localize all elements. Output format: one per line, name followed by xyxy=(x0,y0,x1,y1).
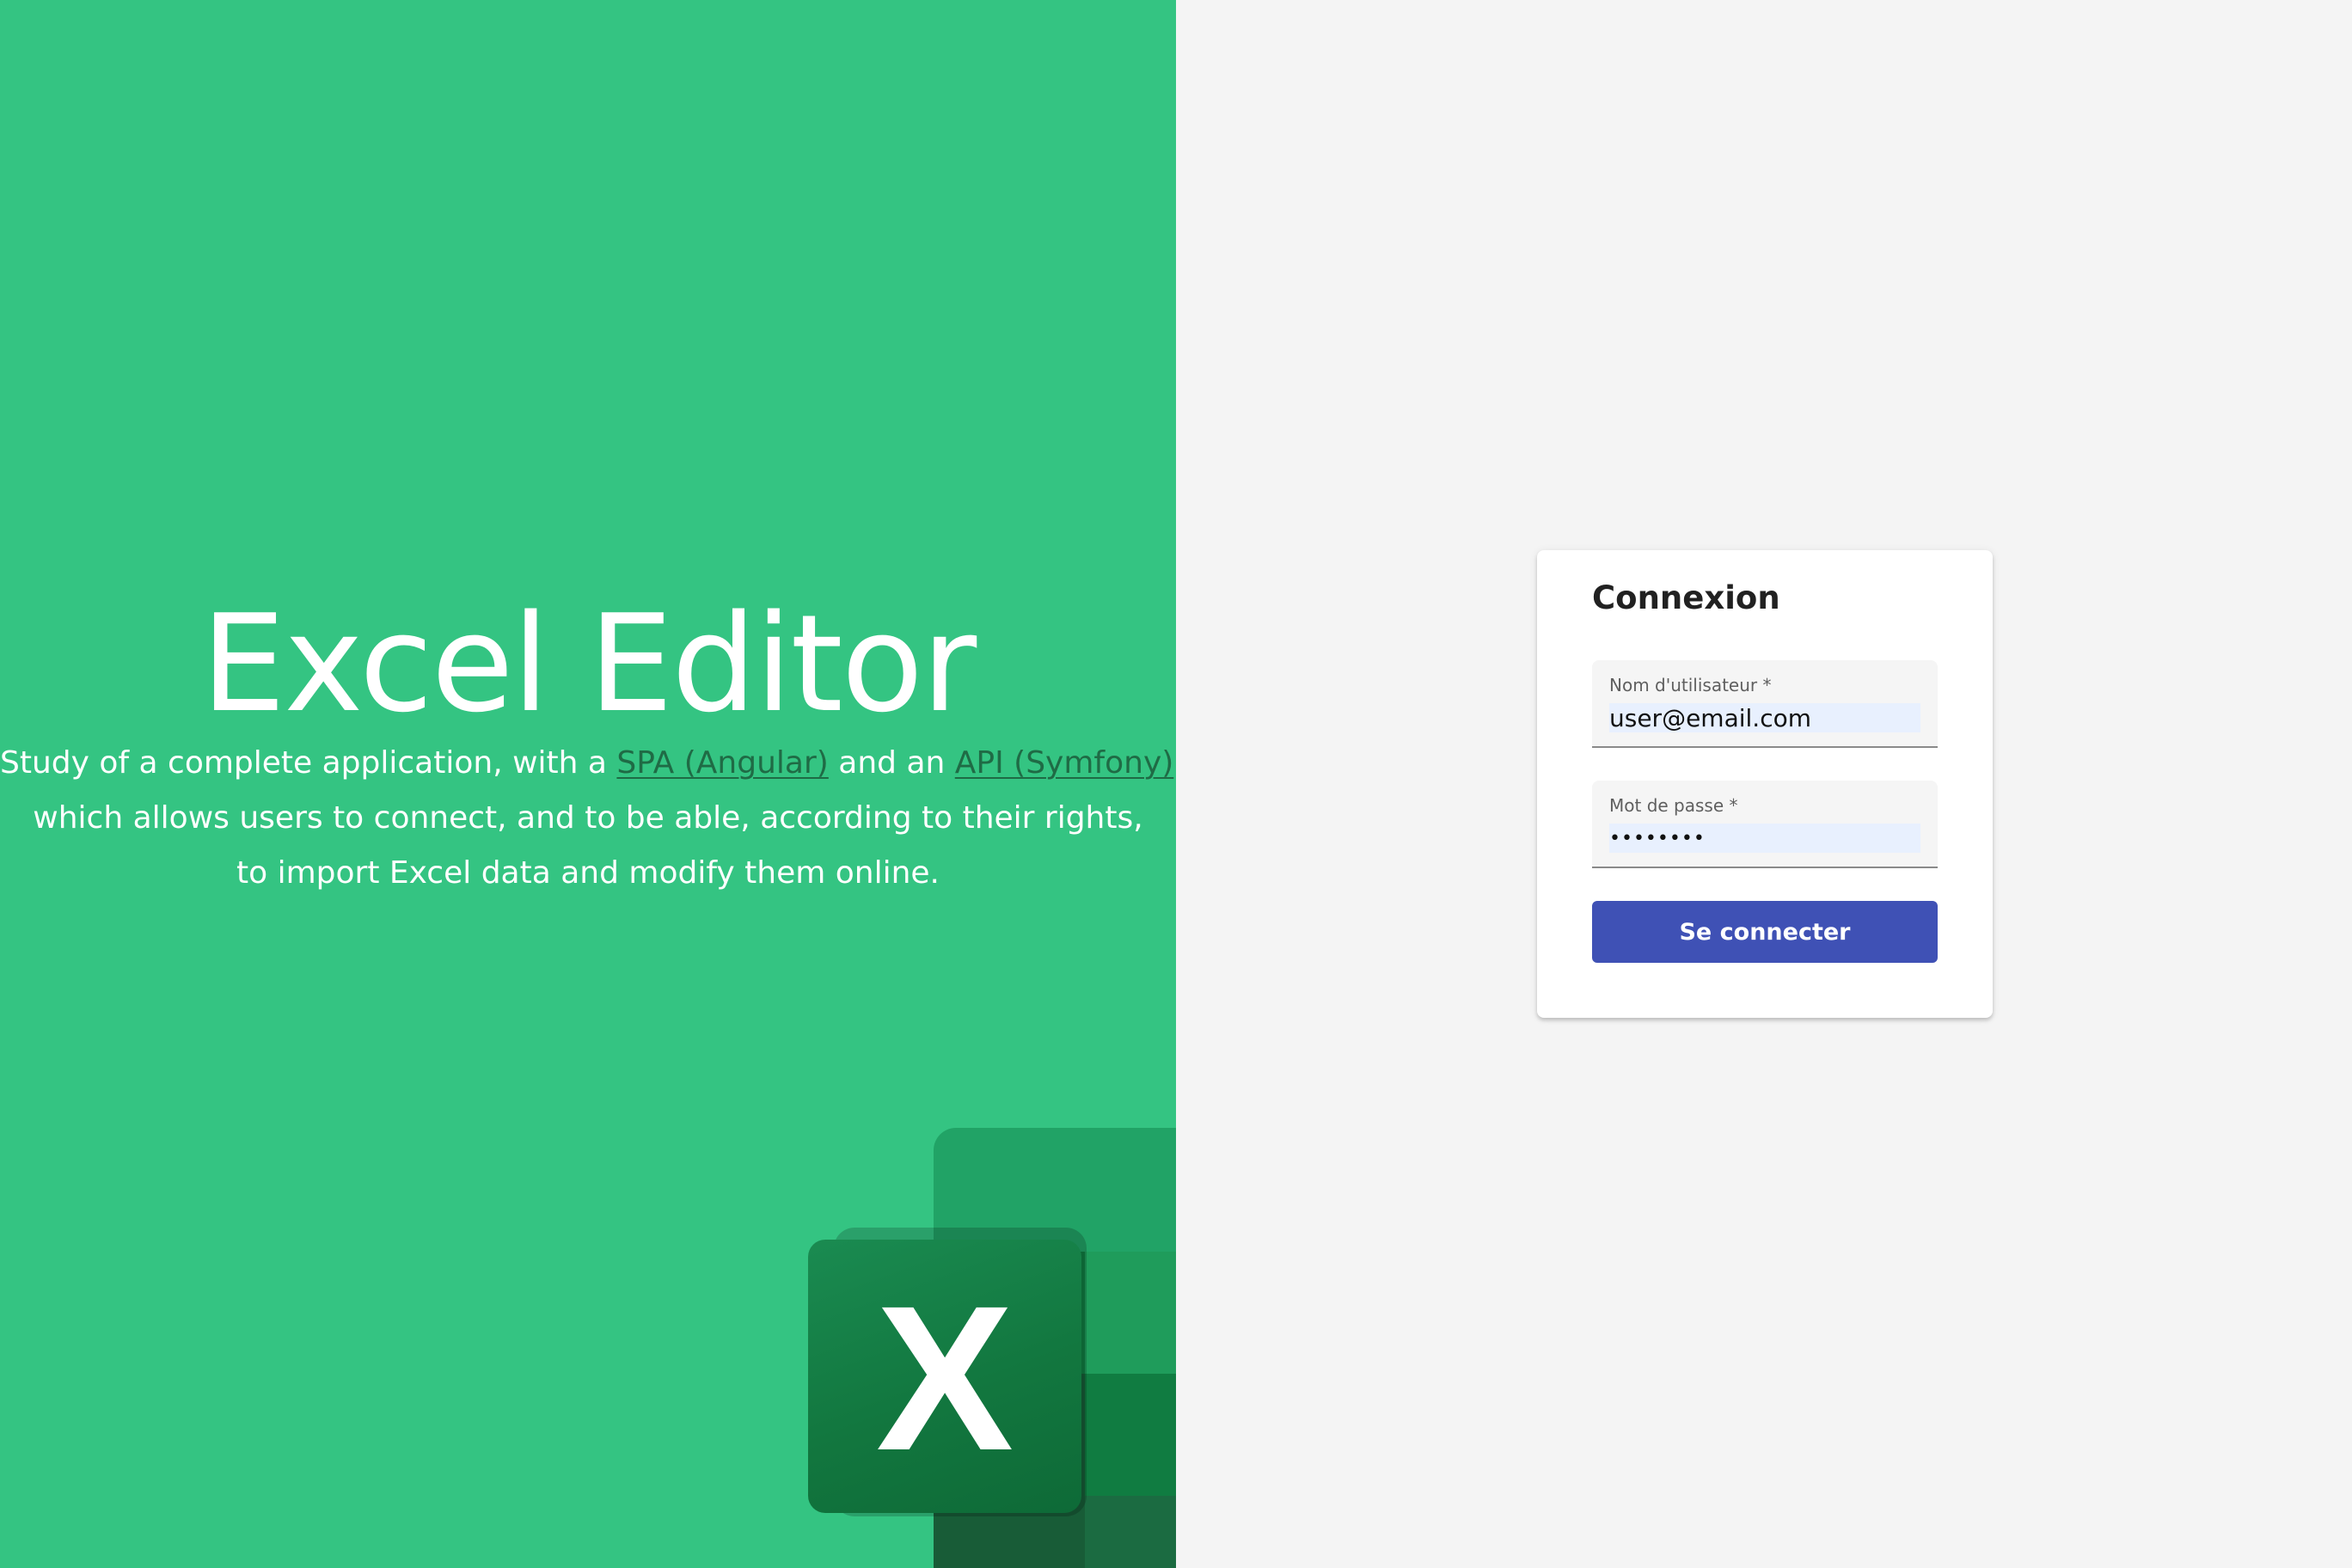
hero-panel: Excel Editor Study of a complete applica… xyxy=(0,0,1176,1568)
password-label: Mot de passe * xyxy=(1609,795,1738,816)
description-text: and an xyxy=(828,745,955,781)
username-input[interactable] xyxy=(1609,703,1920,732)
login-button[interactable]: Se connecter xyxy=(1592,901,1938,963)
username-field[interactable]: Nom d'utilisateur * xyxy=(1592,660,1938,748)
excel-x-letter: X xyxy=(875,1263,1014,1493)
description-text: Study of a complete application, with a xyxy=(0,745,617,781)
excel-logo: X xyxy=(808,1128,1176,1568)
login-form: Connexion Nom d'utilisateur * Mot de pas… xyxy=(1537,550,1993,1018)
username-label: Nom d'utilisateur * xyxy=(1609,675,1772,695)
password-input[interactable] xyxy=(1609,824,1920,853)
spa-angular-link[interactable]: SPA (Angular) xyxy=(616,745,828,781)
login-panel: Connexion Nom d'utilisateur * Mot de pas… xyxy=(1176,0,2352,1568)
description-line-1: Study of a complete application, with a … xyxy=(0,736,1176,791)
excel-logo-tile: X xyxy=(808,1240,1081,1513)
login-title: Connexion xyxy=(1592,579,1780,616)
description-line-2: which allows users to connect, and to be… xyxy=(33,800,1143,836)
app-title: Excel Editor xyxy=(200,585,977,742)
sheet-band-mid-right xyxy=(1085,1252,1176,1374)
password-field[interactable]: Mot de passe * xyxy=(1592,781,1938,868)
description-line-3: to import Excel data and modify them onl… xyxy=(236,855,940,891)
app-description: Study of a complete application, with a … xyxy=(0,736,1176,901)
sheet-band-lower-right xyxy=(1085,1374,1176,1496)
sheet-band-bottom-right xyxy=(1085,1496,1176,1568)
login-page: Excel Editor Study of a complete applica… xyxy=(0,0,2352,1568)
api-symfony-link[interactable]: API (Symfony) xyxy=(955,745,1174,781)
